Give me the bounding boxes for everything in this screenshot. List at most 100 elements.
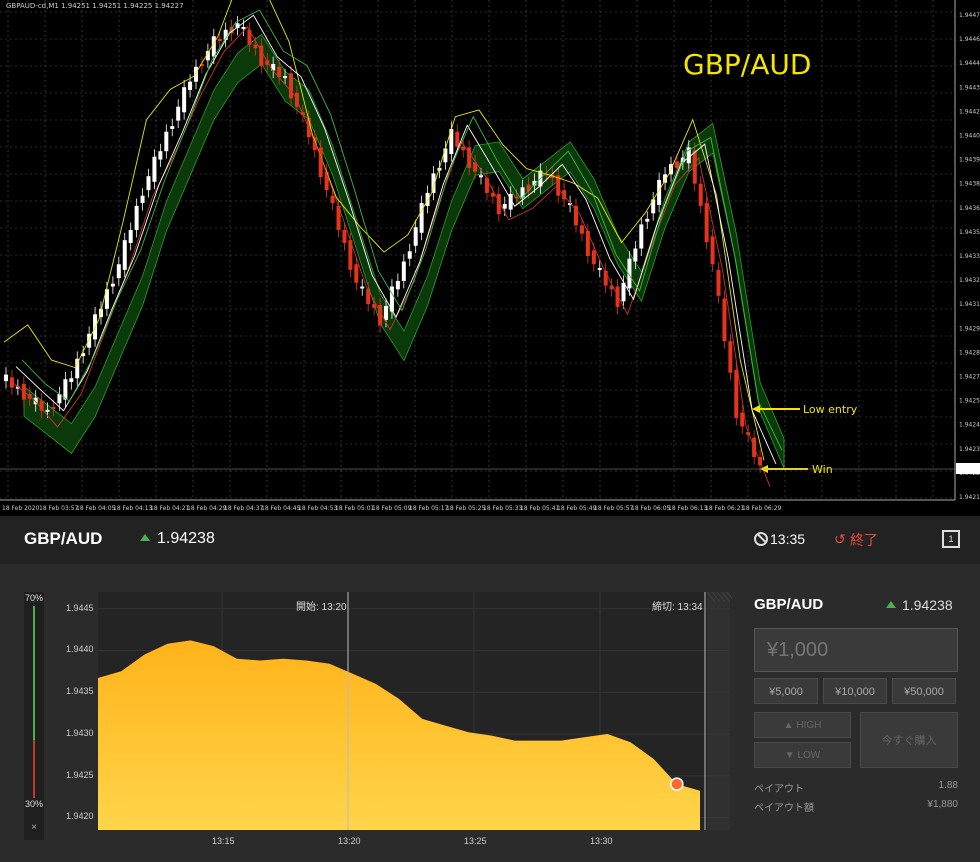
- candle-body: [722, 298, 727, 342]
- header-symbol[interactable]: GBP/AUD: [24, 529, 102, 549]
- candle-body: [283, 76, 288, 79]
- order-panel: GBP/AUD 1.94238 ¥5,000 ¥10,000 ¥50,000 ▲…: [754, 592, 958, 842]
- candle-body: [526, 184, 531, 192]
- candle-body: [484, 178, 489, 193]
- preset-10000-button[interactable]: ¥10,000: [823, 678, 887, 704]
- candle-body: [633, 248, 638, 262]
- close-icon[interactable]: ×: [24, 822, 44, 833]
- candle-body: [51, 407, 56, 410]
- price-y-tick: 1.9445: [66, 602, 94, 613]
- high-button-label: HIGH: [796, 720, 822, 731]
- current-price-tag: [956, 463, 980, 474]
- candle-body: [45, 409, 50, 412]
- buy-now-button[interactable]: 今すぐ購入: [860, 712, 958, 768]
- mt4-y-tick: 1.94405: [959, 133, 980, 140]
- candle-body: [692, 150, 697, 184]
- preset-5000-button[interactable]: ¥5,000: [754, 678, 818, 704]
- order-price: 1.94238: [902, 597, 953, 613]
- mt4-x-tick: 18 Feb 03:57: [39, 505, 79, 512]
- mt4-y-tick: 1.94245: [959, 422, 980, 429]
- low-entry-annotation: Low entry: [803, 403, 858, 416]
- candle-body: [734, 369, 739, 419]
- mt4-y-tick: 1.94395: [959, 157, 980, 164]
- mt4-y-tick: 1.94445: [959, 60, 980, 67]
- candle-body: [253, 44, 258, 49]
- candle-body: [182, 87, 187, 113]
- candle-body: [116, 264, 121, 279]
- mt4-y-tick: 1.94270: [959, 374, 980, 381]
- mt4-y-tick: 1.94230: [959, 446, 980, 453]
- amount-input[interactable]: [754, 628, 958, 672]
- candle-body: [597, 267, 602, 270]
- trade-header: GBP/AUD 1.94238 13:35 ↺ 終了 1: [0, 516, 980, 564]
- candle-body: [704, 203, 709, 243]
- candle-body: [176, 106, 181, 121]
- candle-body: [241, 26, 246, 29]
- mt4-x-tick: 18 Feb 04:45: [261, 505, 301, 512]
- candle-body: [63, 379, 68, 400]
- candle-body: [502, 204, 507, 209]
- candle-body: [122, 240, 127, 270]
- candle-body: [164, 131, 169, 152]
- low-button[interactable]: ▼ LOW: [754, 742, 851, 768]
- high-button[interactable]: ▲ HIGH: [754, 712, 851, 738]
- sentiment-high-fill: [33, 606, 35, 740]
- candle-body: [146, 176, 151, 191]
- candle-body: [710, 236, 715, 265]
- candle-body: [289, 73, 293, 99]
- mt4-x-tick: 18 Feb 04:05: [76, 505, 116, 512]
- mt4-y-tick: 1.94380: [959, 181, 980, 188]
- candle-body: [621, 282, 626, 302]
- candle-body: [674, 161, 679, 168]
- price-x-tick: 13:20: [338, 836, 361, 846]
- candle-body: [110, 283, 115, 287]
- mt4-y-tick: 1.94215: [959, 494, 980, 501]
- yellow-indicator-line: [3, 0, 765, 461]
- mt4-y-tick: 1.94335: [959, 253, 980, 260]
- candle-body: [69, 378, 74, 382]
- candle-body: [479, 175, 483, 178]
- candle-body: [615, 286, 620, 307]
- payout-amount-value: ¥1,880: [927, 799, 958, 810]
- header-status: 終了: [850, 532, 878, 548]
- mt4-y-tick: 1.94350: [959, 229, 980, 236]
- mt4-x-tick: 18 Feb 05:25: [446, 505, 486, 512]
- payout-amount-row: ペイアウト額 ¥1,880: [754, 799, 958, 814]
- mt4-chart: 1.94475 1.94460 1.94445 1.94435 1.94420 1.944…: [0, 0, 980, 516]
- mt4-x-tick: 18 Feb 06:29: [742, 505, 782, 512]
- mt4-x-tick: 18 Feb 05:41: [520, 505, 560, 512]
- win-annotation: Win: [812, 463, 833, 476]
- price-y-tick: 1.9435: [66, 686, 94, 697]
- candle-body: [401, 261, 406, 281]
- mt4-x-tick: 18 Feb 05:09: [372, 505, 412, 512]
- mt4-chart-canvas: 1.94475 1.94460 1.94445 1.94435 1.94420 1.944…: [0, 0, 980, 512]
- window-icon[interactable]: 1: [942, 530, 960, 548]
- candle-body: [579, 225, 584, 234]
- candle-body: [366, 289, 371, 305]
- mt4-y-tick: 1.94325: [959, 277, 980, 284]
- candle-body: [455, 131, 460, 147]
- mt4-x-tick: 18 Feb 04:13: [113, 505, 153, 512]
- mt4-x-tick: 18 Feb 05:01: [335, 505, 375, 512]
- mt4-title: GBPAUD-cd,M1 1.94251 1.94251 1.94225 1.9…: [6, 2, 184, 10]
- expired-zone: [707, 592, 730, 830]
- candle-body: [372, 304, 377, 308]
- order-symbol: GBP/AUD: [754, 596, 824, 613]
- preset-50000-button[interactable]: ¥50,000: [892, 678, 956, 704]
- mt4-y-tick: 1.94365: [959, 205, 980, 212]
- payout-value: 1.88: [938, 780, 958, 791]
- pair-label: GBP/AUD: [683, 48, 812, 81]
- candle-body: [75, 358, 80, 379]
- header-price: 1.94238: [157, 530, 215, 547]
- mt4-x-tick: 18 Feb 04:21: [150, 505, 190, 512]
- low-button-label: LOW: [797, 750, 821, 761]
- price-y-tick: 1.9430: [66, 727, 94, 738]
- mt4-x-tick: 18 Feb 05:33: [483, 505, 523, 512]
- mt4-y-tick: 1.94255: [959, 398, 980, 405]
- header-time: 13:35: [770, 531, 806, 547]
- mt4-y-tick: 1.94420: [959, 108, 980, 115]
- candle-body: [217, 39, 222, 42]
- green-indicator-line: [21, 9, 783, 451]
- mt4-x-tick: 18 Feb 04:29: [187, 505, 227, 512]
- price-chart: 開始: 13:20 締切: 13:34 1.9445 1.9440 1.9435 1.…: [62, 592, 732, 846]
